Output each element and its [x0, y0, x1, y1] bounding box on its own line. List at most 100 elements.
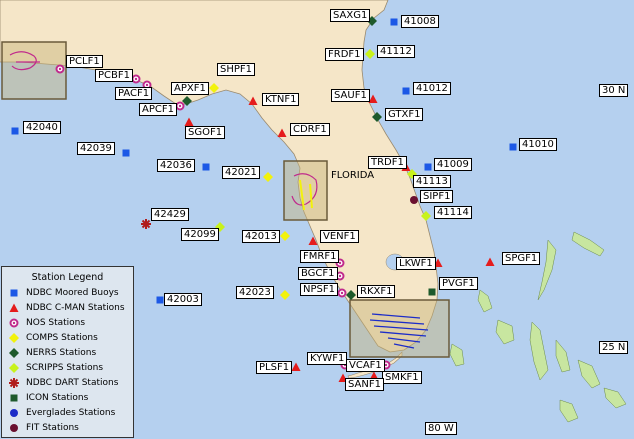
station-label-41008[interactable]: 41008 — [401, 15, 439, 28]
station-label-42023[interactable]: 42023 — [236, 286, 274, 299]
station-marker-42013[interactable] — [279, 227, 291, 246]
station-label-fmrf1[interactable]: FMRF1 — [300, 250, 340, 263]
latitude-25n-label: 25 N — [599, 341, 629, 354]
station-marker-gtxf1[interactable] — [371, 108, 383, 127]
station-label-bgcf1[interactable]: BGCF1 — [298, 267, 338, 280]
legend-item: NDBC DART Stations — [2, 375, 133, 390]
ring-icon — [7, 317, 21, 329]
station-label-42099[interactable]: 42099 — [181, 228, 219, 241]
station-label-42036[interactable]: 42036 — [157, 159, 195, 172]
legend-item: Everglades Stations — [2, 405, 133, 420]
legend-item: FIT Stations — [2, 420, 133, 435]
station-label-npsf1[interactable]: NPSF1 — [300, 283, 338, 296]
station-legend: Station Legend NDBC Moored Buoys NDBC C-M… — [1, 266, 134, 438]
station-label-gtxf1[interactable]: GTXF1 — [385, 108, 424, 121]
station-marker-42021[interactable] — [262, 168, 274, 187]
station-label-pclf1[interactable]: PCLF1 — [66, 55, 103, 68]
legend-item-label: NERRS Stations — [26, 347, 97, 358]
legend-item: NERRS Stations — [2, 345, 133, 360]
legend-item: ICON Stations — [2, 390, 133, 405]
diamond-icon — [7, 332, 21, 344]
legend-item-label: Everglades Stations — [26, 407, 116, 418]
square-icon — [7, 287, 21, 299]
station-label-saxg1[interactable]: SAXG1 — [330, 9, 371, 22]
station-marker-shpf1[interactable] — [208, 79, 220, 98]
station-label-sgof1[interactable]: SGOF1 — [185, 126, 226, 139]
station-label-plsf1[interactable]: PLSF1 — [256, 361, 293, 374]
station-label-42040[interactable]: 42040 — [23, 121, 61, 134]
station-marker-sipf1[interactable] — [408, 191, 420, 210]
station-label-42003[interactable]: 42003 — [164, 293, 202, 306]
station-label-42039[interactable]: 42039 — [77, 142, 115, 155]
station-map: 30 N 25 N 80 W FLORIDA SAXG1 41008 FRDF1 41… — [0, 0, 634, 439]
diamond-icon — [7, 362, 21, 374]
station-label-frdf1[interactable]: FRDF1 — [325, 48, 364, 61]
station-marker-41008[interactable] — [388, 13, 400, 32]
station-marker-41114[interactable] — [420, 207, 432, 226]
station-marker-42036[interactable] — [200, 158, 212, 177]
station-label-pacf1[interactable]: PACF1 — [115, 87, 153, 100]
circle-icon — [7, 422, 21, 434]
station-label-41010[interactable]: 41010 — [519, 138, 557, 151]
station-marker-spgf1[interactable] — [484, 253, 496, 272]
legend-item: NDBC Moored Buoys — [2, 285, 133, 300]
station-label-smkf1[interactable]: SMKF1 — [382, 371, 422, 384]
legend-title: Station Legend — [31, 272, 104, 283]
station-label-42429[interactable]: 42429 — [151, 208, 189, 221]
station-label-sanf1[interactable]: SANF1 — [345, 378, 384, 391]
triangle-icon — [7, 302, 21, 314]
station-label-spgf1[interactable]: SPGF1 — [502, 252, 541, 265]
station-label-41012[interactable]: 41012 — [413, 82, 451, 95]
legend-item-label: SCRIPPS Stations — [26, 362, 104, 373]
station-label-venf1[interactable]: VENF1 — [320, 230, 359, 243]
circle-icon — [7, 407, 21, 419]
legend-item-label: FIT Stations — [26, 422, 79, 433]
station-label-trdf1[interactable]: TRDF1 — [368, 156, 407, 169]
station-label-lkwf1[interactable]: LKWF1 — [396, 257, 436, 270]
station-marker-rkxf1[interactable] — [345, 286, 357, 305]
station-marker-42039[interactable] — [120, 144, 132, 163]
inset-tampa-bay — [283, 160, 328, 221]
station-marker-42040[interactable] — [9, 122, 21, 141]
star-icon — [7, 377, 21, 389]
station-label-41009[interactable]: 41009 — [434, 158, 472, 171]
legend-item-label: NDBC C-MAN Stations — [26, 302, 125, 313]
station-marker-ktnf1[interactable] — [247, 92, 259, 111]
station-label-cdrf1[interactable]: CDRF1 — [290, 123, 330, 136]
station-label-41114[interactable]: 41114 — [434, 206, 472, 219]
station-label-shpf1[interactable]: SHPF1 — [217, 63, 256, 76]
station-label-vcaf1[interactable]: VCAF1 — [346, 359, 385, 372]
station-label-41113[interactable]: 41113 — [413, 175, 451, 188]
legend-item-label: NOS Stations — [26, 317, 86, 328]
legend-item-label: ICON Stations — [26, 392, 89, 403]
station-label-pcbf1[interactable]: PCBF1 — [95, 69, 133, 82]
longitude-80w-label: 80 W — [425, 422, 457, 435]
station-label-sipf1[interactable]: SIPF1 — [420, 190, 454, 203]
station-marker-pclf1[interactable] — [54, 60, 66, 79]
station-label-41112[interactable]: 41112 — [377, 45, 415, 58]
station-marker-42023[interactable] — [279, 286, 291, 305]
station-marker-venf1[interactable] — [307, 232, 319, 251]
legend-item-label: NDBC DART Stations — [26, 377, 119, 388]
station-label-42021[interactable]: 42021 — [222, 166, 260, 179]
station-label-rkxf1[interactable]: RKXF1 — [357, 285, 396, 298]
station-label-pvgf1[interactable]: PVGF1 — [439, 277, 478, 290]
station-label-ktnf1[interactable]: KTNF1 — [262, 93, 300, 106]
station-label-kywf1[interactable]: KYWF1 — [307, 352, 348, 365]
station-marker-41010[interactable] — [507, 138, 519, 157]
station-label-apcf1[interactable]: APCF1 — [139, 103, 177, 116]
station-label-apxf1[interactable]: APXF1 — [171, 82, 209, 95]
legend-item-label: COMPS Stations — [26, 332, 98, 343]
diamond-icon — [7, 347, 21, 359]
legend-item: NOS Stations — [2, 315, 133, 330]
florida-place-label: FLORIDA — [331, 170, 375, 181]
station-label-sauf1[interactable]: SAUF1 — [331, 89, 370, 102]
station-marker-cdrf1[interactable] — [276, 124, 288, 143]
station-marker-pvgf1[interactable] — [426, 283, 438, 302]
legend-rows: NDBC Moored Buoys NDBC C-MAN Stations NOS … — [2, 285, 133, 435]
station-marker-41112[interactable] — [364, 45, 376, 64]
station-label-42013[interactable]: 42013 — [242, 230, 280, 243]
station-marker-41012[interactable] — [400, 82, 412, 101]
legend-item: NDBC C-MAN Stations — [2, 300, 133, 315]
latitude-30n-label: 30 N — [599, 84, 629, 97]
